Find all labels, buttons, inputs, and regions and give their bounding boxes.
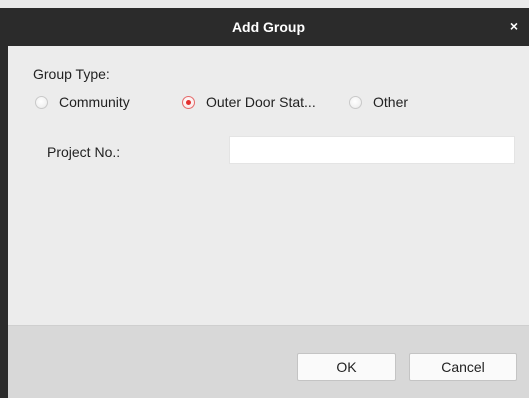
radio-button-icon[interactable] [35, 95, 48, 109]
radio-button-icon[interactable] [349, 95, 362, 109]
project-no-input[interactable] [229, 136, 515, 164]
radio-outer-door-station[interactable]: Outer Door Stat... [182, 92, 316, 112]
group-type-label: Group Type: [33, 66, 110, 82]
dialog-footer: OK Cancel [8, 325, 529, 398]
radio-outer-door-station-label[interactable]: Outer Door Stat... [206, 94, 316, 110]
radio-other[interactable]: Other [349, 92, 408, 112]
radio-community[interactable]: Community [35, 92, 130, 112]
cancel-button[interactable]: Cancel [409, 353, 517, 381]
project-no-label: Project No.: [47, 144, 121, 160]
dialog-title: Add Group [231, 19, 306, 35]
radio-button-selected-icon[interactable] [182, 95, 195, 109]
ok-button[interactable]: OK [297, 353, 396, 381]
dialog-titlebar: Add Group × [8, 8, 529, 46]
dialog-content: Group Type: Community Outer Door Stat...… [8, 46, 529, 326]
add-group-dialog: Add Group × Group Type: Community Outer … [0, 8, 529, 398]
radio-community-label[interactable]: Community [59, 94, 130, 110]
window-top-strip [0, 0, 529, 8]
radio-other-label[interactable]: Other [373, 94, 408, 110]
close-icon[interactable]: × [507, 19, 521, 33]
group-type-radio-group: Community Outer Door Stat... Other [35, 92, 525, 112]
